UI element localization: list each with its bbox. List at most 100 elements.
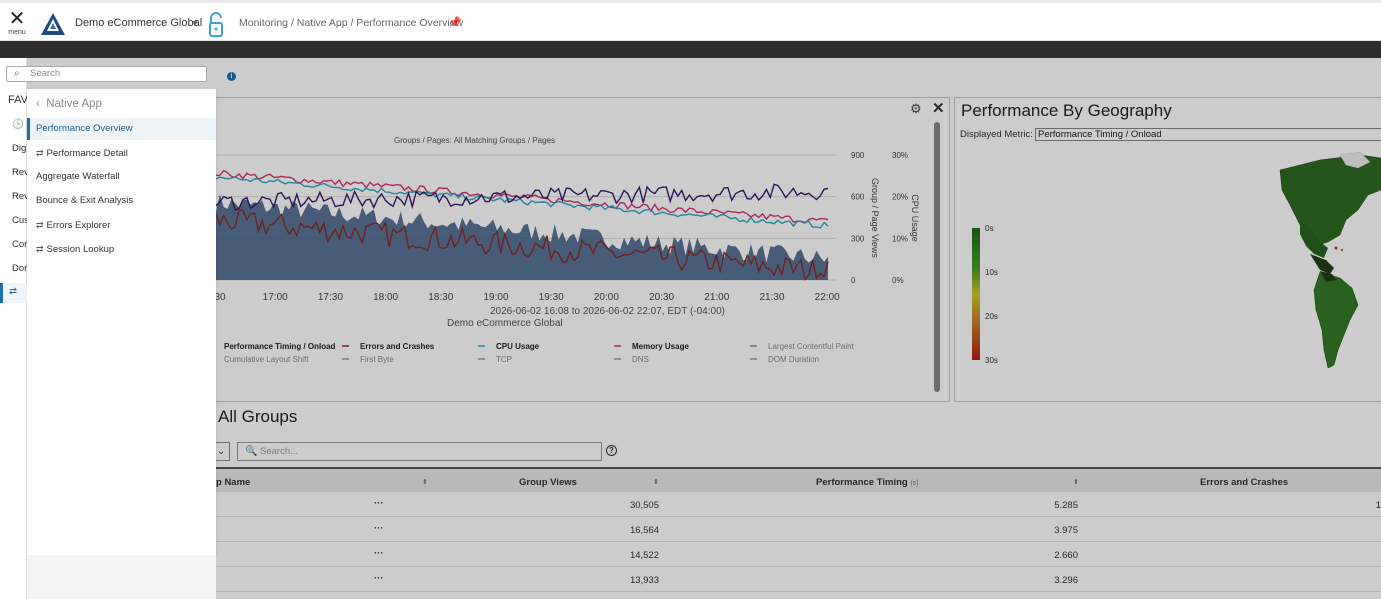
legend-label: Largest Contentful Paint [768, 342, 855, 351]
app-logo-icon[interactable] [40, 12, 66, 36]
x-tick-label: 17:30 [318, 292, 343, 303]
help-icon[interactable]: ? [606, 445, 617, 456]
close-panel-icon[interactable]: ✕ [932, 99, 945, 117]
legend-label: Cumulative Layout Shift [224, 355, 309, 364]
legend-label: TCP [496, 355, 512, 364]
pin-icon[interactable]: 📌 [448, 16, 462, 29]
chart-subtitle: Groups / Pages: All Matching Groups / Pa… [394, 136, 555, 145]
groups-title: All Groups [218, 407, 298, 426]
row-menu-icon[interactable]: ··· [374, 498, 384, 509]
column-header-name[interactable]: p Name [216, 477, 250, 488]
legend-label: Performance Timing / Onload [224, 342, 336, 351]
row-menu-icon[interactable]: ··· [374, 573, 384, 584]
search-placeholder: Search... [260, 446, 299, 457]
header-band [0, 41, 1381, 58]
search-icon: ⌕ [14, 68, 20, 79]
legend-label: First Byte [360, 355, 394, 364]
legend-label: 20s [985, 312, 998, 321]
metric-label: Displayed Metric: [960, 129, 1033, 140]
flyout-item[interactable]: Bounce & Exit Analysis [27, 190, 216, 212]
x-tick-label: 22:00 [815, 292, 840, 303]
legend-label: DNS [632, 355, 649, 364]
menu-label: menu [8, 29, 26, 36]
flyout-item-label: Performance Detail [46, 148, 128, 159]
app-selector[interactable]: Demo eCommerce Global [75, 17, 202, 29]
x-tick-label: 18:00 [373, 292, 398, 303]
x-tick-label: 19:00 [483, 292, 508, 303]
sort-icon[interactable]: ⬍ [1073, 478, 1079, 486]
row-menu-icon[interactable]: ··· [374, 548, 384, 559]
geography-title: Performance By Geography [961, 101, 1172, 120]
column-header-performance-timing[interactable]: Performance Timing (s) [816, 477, 919, 488]
table-row[interactable]: ··· 30,505 5.285 1 [200, 492, 1381, 517]
x-tick-label: 30 [214, 292, 226, 303]
chart-date-range: 2026-06-02 16:08 to 2026-06-02 22:07, ED… [490, 306, 725, 317]
flyout-item[interactable]: ⇄ Performance Detail [27, 142, 216, 164]
y-right-tick-label: 30% [892, 151, 908, 160]
table-row[interactable]: ··· 16,564 3.975 [200, 517, 1381, 542]
column-header-group-views[interactable]: Group Views [519, 477, 577, 488]
search-icon: 🔍 [245, 446, 258, 457]
rail-item[interactable]: Cor [12, 239, 27, 250]
breadcrumb: Monitoring / Native App / Performance Ov… [239, 17, 464, 29]
flyout-item-label: Bounce & Exit Analysis [36, 195, 134, 206]
y-left-tick-label: 900 [851, 151, 865, 160]
nav-search-input[interactable]: ⌕ Search [6, 66, 207, 82]
flyout-footer [27, 555, 216, 599]
y-left-tick-label: 300 [851, 234, 865, 243]
x-tick-label: 17:00 [263, 292, 288, 303]
x-tick-label: 21:30 [759, 292, 784, 303]
legend-label: Errors and Crashes [360, 342, 435, 351]
info-icon[interactable]: i [227, 72, 236, 81]
legend-label: 10s [985, 268, 998, 277]
legend-label: DOM Duration [768, 355, 819, 364]
series-area [216, 194, 828, 280]
row-menu-icon[interactable]: ··· [374, 523, 384, 534]
flyout-back[interactable]: ‹ Native App [36, 98, 102, 110]
performance-chart: Groups / Pages: All Matching Groups / Pa… [206, 136, 920, 364]
metric-select[interactable]: Performance Timing / Onload [1035, 128, 1381, 141]
cell-performance-timing: 3.296 [1054, 575, 1078, 586]
x-tick-label: 20:00 [594, 292, 619, 303]
link-icon: ⇄ [36, 244, 44, 254]
favorites-label: FAV [8, 94, 28, 106]
flyout-item-label: Performance Overview [36, 123, 133, 134]
table-row[interactable]: ··· 13,933 3.296 [200, 567, 1381, 592]
unlock-icon[interactable] [207, 12, 225, 38]
x-tick-label: 18:30 [428, 292, 453, 303]
cell-performance-timing: 5.285 [1054, 500, 1078, 511]
flyout-item-label: Aggregate Waterfall [36, 171, 120, 182]
link-icon: ⇄ [36, 220, 44, 230]
clock-icon[interactable]: 🕓 [12, 119, 24, 130]
cell-performance-timing: 2.660 [1054, 550, 1078, 561]
sort-icon[interactable]: ⬍ [653, 478, 659, 486]
search-placeholder: Search [30, 68, 61, 79]
menu-button[interactable]: ✕ menu [6, 9, 28, 41]
table-header: p Name ⬍ Group Views ⬍ Performance Timin… [200, 467, 1381, 492]
flyout-item-label: Errors Explorer [46, 220, 111, 231]
cell-performance-timing: 3.975 [1054, 525, 1078, 536]
flyout-item[interactable]: Performance Overview [27, 118, 216, 140]
y-left-tick-label: 600 [851, 193, 865, 202]
rail-item[interactable]: Dor [12, 263, 27, 274]
gear-icon[interactable]: ⚙ [910, 101, 922, 117]
cell-errors: 1 [1375, 500, 1381, 511]
link-icon[interactable]: ⇄ [9, 286, 17, 297]
cell-group-views: 16,564 [629, 525, 659, 536]
flyout-item[interactable]: ⇄ Session Lookup [27, 238, 216, 260]
flyout-item[interactable]: Aggregate Waterfall [27, 166, 216, 188]
world-map[interactable] [1240, 150, 1381, 375]
rail-item[interactable]: Dig [12, 143, 26, 154]
cell-group-views: 30,505 [629, 500, 659, 511]
sort-icon[interactable]: ⬍ [422, 478, 428, 486]
flyout-item[interactable]: ⇄ Errors Explorer [27, 214, 216, 236]
column-header-errors[interactable]: Errors and Crashes [1200, 477, 1288, 488]
chart-app-label: Demo eCommerce Global [447, 318, 563, 329]
chevron-down-icon[interactable]: ▼ [191, 19, 199, 28]
color-scale-legend [972, 228, 980, 360]
table-row[interactable]: ··· 14,522 2.660 [200, 542, 1381, 567]
legend-label: CPU Usage [496, 342, 540, 351]
cell-group-views: 14,522 [629, 550, 659, 561]
y-left-tick-label: 0 [851, 276, 856, 285]
groups-search-input[interactable]: 🔍 Search... [237, 442, 602, 461]
